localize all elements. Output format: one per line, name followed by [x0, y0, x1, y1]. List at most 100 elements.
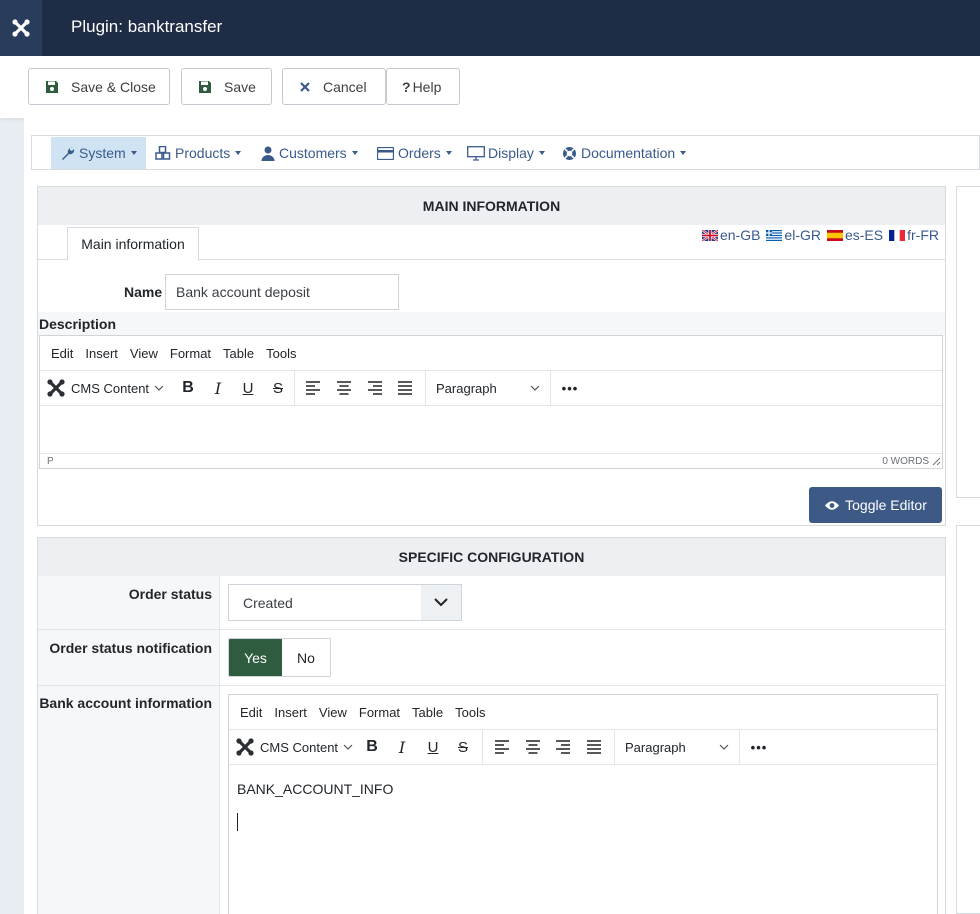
- italic-button[interactable]: I: [387, 730, 417, 764]
- user-icon: [261, 146, 275, 161]
- question-icon: ?: [402, 78, 411, 95]
- lang-fr-fr[interactable]: fr-FR: [889, 227, 939, 243]
- name-input[interactable]: Bank account deposit: [165, 274, 399, 310]
- floppy-icon: [198, 80, 212, 94]
- lang-el-gr[interactable]: el-GR: [766, 227, 821, 243]
- resize-handle-icon[interactable]: [932, 457, 941, 469]
- page-title: Plugin: banktransfer: [71, 17, 223, 36]
- order-status-select[interactable]: Created: [228, 584, 462, 621]
- cms-content-dropdown[interactable]: CMS Content: [46, 371, 168, 405]
- lang-el-gr-label: el-GR: [784, 227, 821, 243]
- description-content-area[interactable]: [40, 406, 942, 454]
- menu-products[interactable]: Products: [155, 137, 242, 169]
- cubes-icon: [155, 146, 171, 160]
- save-close-button[interactable]: Save & Close: [28, 68, 170, 105]
- tab-strip: Main information en-GB el-GR es-ES fr-FR: [38, 225, 945, 261]
- editor-menubar: Edit Insert View Format Table Tools: [229, 695, 937, 730]
- editor-menu-format[interactable]: Format: [170, 346, 211, 361]
- uk-flag-icon: [701, 228, 719, 242]
- bank-info-content-area[interactable]: BANK_ACCOUNT_INFO: [229, 765, 937, 914]
- lang-fr-fr-label: fr-FR: [907, 227, 939, 243]
- editor-menu-table[interactable]: Table: [223, 346, 254, 361]
- align-right-button[interactable]: [548, 730, 578, 764]
- editor-menu-table[interactable]: Table: [412, 705, 443, 720]
- justify-button[interactable]: [579, 730, 609, 764]
- menu-documentation-label: Documentation: [581, 145, 676, 161]
- cancel-button[interactable]: Cancel: [282, 68, 386, 105]
- justify-button[interactable]: [390, 371, 420, 405]
- chevron-down-icon: [530, 385, 540, 391]
- monitor-icon: [467, 145, 485, 161]
- editor-menu-insert[interactable]: Insert: [274, 705, 307, 720]
- strikethrough-button[interactable]: S: [263, 371, 293, 405]
- underline-button[interactable]: U: [233, 371, 263, 405]
- bank-info-row: Bank account information Edit Insert Vie…: [38, 686, 945, 914]
- menu-documentation[interactable]: Documentation: [562, 137, 687, 169]
- main-information-panel: MAIN INFORMATION Main information en-GB …: [37, 186, 946, 526]
- editor-menu-format[interactable]: Format: [359, 705, 400, 720]
- bold-button[interactable]: B: [357, 730, 387, 764]
- align-right-icon: [556, 740, 570, 754]
- floppy-icon: [45, 80, 59, 94]
- align-left-icon: [495, 740, 509, 754]
- editor-menu-view[interactable]: View: [130, 346, 158, 361]
- side-panel: [956, 525, 980, 914]
- justify-icon: [398, 381, 412, 395]
- editor-menu-view[interactable]: View: [319, 705, 347, 720]
- lang-es-es-label: es-ES: [844, 227, 884, 243]
- menu-orders-label: Orders: [398, 145, 441, 161]
- editor-menu-insert[interactable]: Insert: [85, 346, 118, 361]
- bank-info-label: Bank account information: [39, 695, 212, 711]
- paragraph-dropdown[interactable]: Paragraph: [615, 730, 739, 764]
- joomla-logo-icon[interactable]: [0, 0, 42, 56]
- bold-button[interactable]: B: [173, 371, 203, 405]
- language-switcher: en-GB el-GR es-ES fr-FR: [696, 227, 939, 243]
- spain-flag-icon: [826, 228, 843, 241]
- cms-content-dropdown[interactable]: CMS Content: [235, 730, 357, 764]
- editor-menu-tools[interactable]: Tools: [266, 346, 296, 361]
- chevron-down-icon: [154, 385, 164, 391]
- yes-option[interactable]: Yes: [229, 639, 282, 676]
- menu-orders[interactable]: Orders: [377, 137, 452, 169]
- menu-customers[interactable]: Customers: [261, 137, 358, 169]
- notification-row: Order status notification Yes No: [38, 630, 945, 686]
- align-right-button[interactable]: [360, 371, 390, 405]
- editor-toolbar: CMS Content B I U S Paragraph •••: [40, 371, 942, 406]
- text-cursor: [237, 813, 238, 831]
- tab-main-information[interactable]: Main information: [67, 227, 199, 261]
- italic-button[interactable]: I: [203, 371, 233, 405]
- france-flag-icon: [889, 228, 906, 241]
- more-options-icon[interactable]: •••: [744, 730, 774, 764]
- editor-menu-tools[interactable]: Tools: [455, 705, 485, 720]
- close-icon: [299, 81, 311, 93]
- align-left-button[interactable]: [298, 371, 328, 405]
- specific-configuration-panel: SPECIFIC CONFIGURATION Order status Crea…: [37, 537, 946, 914]
- wrench-icon: [60, 146, 75, 161]
- main-information-heading: MAIN INFORMATION: [38, 187, 945, 225]
- menu-system[interactable]: System: [51, 137, 146, 169]
- more-options-icon[interactable]: •••: [555, 371, 585, 405]
- lang-en-gb[interactable]: en-GB: [701, 227, 760, 243]
- save-button[interactable]: Save: [181, 68, 272, 105]
- description-editor: Edit Insert View Format Table Tools CMS …: [39, 335, 943, 469]
- paragraph-dropdown[interactable]: Paragraph: [426, 371, 550, 405]
- order-status-value: Created: [243, 595, 293, 611]
- editor-menu-edit[interactable]: Edit: [51, 346, 73, 361]
- menu-customers-label: Customers: [279, 145, 347, 161]
- order-status-row: Order status Created: [38, 576, 945, 630]
- menu-display[interactable]: Display: [467, 137, 545, 169]
- underline-button[interactable]: U: [418, 730, 448, 764]
- align-left-button[interactable]: [487, 730, 517, 764]
- no-option[interactable]: No: [282, 639, 330, 676]
- align-center-button[interactable]: [518, 730, 548, 764]
- menu-products-label: Products: [175, 145, 231, 161]
- cms-content-label: CMS Content: [71, 380, 150, 396]
- strikethrough-button[interactable]: S: [448, 730, 478, 764]
- menu-display-label: Display: [488, 145, 534, 161]
- toggle-editor-button[interactable]: Toggle Editor: [809, 487, 942, 523]
- help-button[interactable]: ? Help: [386, 68, 460, 105]
- editor-menu-edit[interactable]: Edit: [240, 705, 262, 720]
- align-center-button[interactable]: [329, 371, 359, 405]
- lang-es-es[interactable]: es-ES: [826, 227, 884, 243]
- cancel-label: Cancel: [323, 78, 367, 95]
